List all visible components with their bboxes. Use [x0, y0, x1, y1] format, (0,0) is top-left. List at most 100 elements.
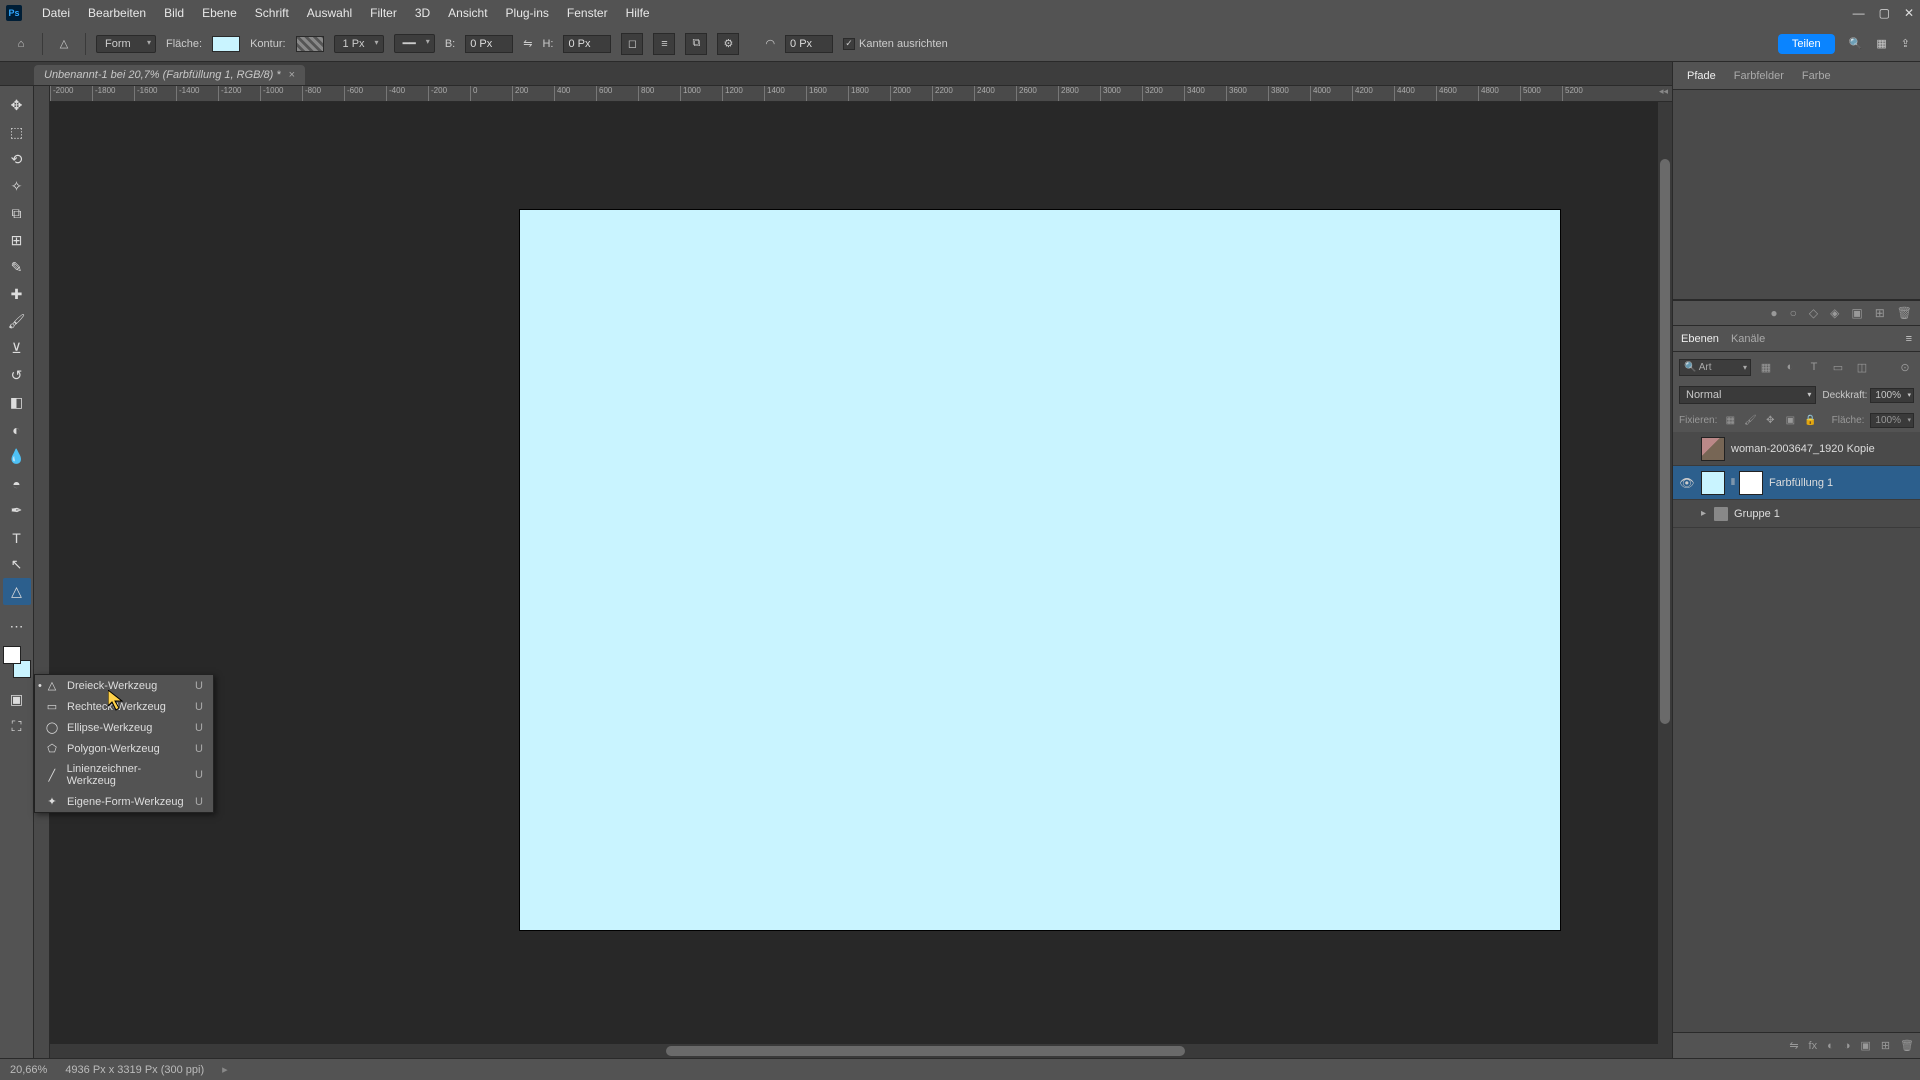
wand-tool[interactable]: ✧ — [3, 173, 31, 200]
zoom-readout[interactable]: 20,66% — [10, 1064, 47, 1076]
flyout-item-rectangle[interactable]: ▭ Rechteck-Werkzeug U — [35, 696, 213, 717]
horizontal-scrollbar[interactable] — [50, 1044, 1672, 1058]
share-button[interactable]: Teilen — [1778, 34, 1835, 54]
shape-tool[interactable]: △ — [3, 578, 31, 605]
path-sel-icon[interactable]: ◇ — [1809, 306, 1818, 320]
link-layers-icon[interactable]: ⇋ — [1789, 1039, 1798, 1052]
layer-name[interactable]: Farbfüllung 1 — [1769, 477, 1833, 489]
layer-row[interactable]: 👁 ⦀ Farbfüllung 1 — [1673, 466, 1920, 500]
layer-name[interactable]: Gruppe 1 — [1734, 508, 1780, 520]
filter-toggle-icon[interactable]: ⊙ — [1896, 358, 1914, 376]
panel-menu-icon[interactable]: ≡ — [1906, 333, 1912, 345]
heal-tool[interactable]: ✚ — [3, 281, 31, 308]
blur-tool[interactable]: 💧 — [3, 443, 31, 470]
lock-pos-icon[interactable]: ✥ — [1763, 413, 1777, 427]
menu-plugins[interactable]: Plug-ins — [498, 2, 557, 24]
height-field[interactable]: 0 Px — [563, 35, 611, 53]
menu-hilfe[interactable]: Hilfe — [618, 2, 658, 24]
stamp-tool[interactable]: ⊻ — [3, 335, 31, 362]
menu-ansicht[interactable]: Ansicht — [440, 2, 495, 24]
align-edges-checkbox[interactable]: ✓ Kanten ausrichten — [843, 38, 948, 50]
menu-bearbeiten[interactable]: Bearbeiten — [80, 2, 154, 24]
layer-filter-kind[interactable]: 🔍 Art — [1679, 359, 1751, 376]
scrollbar-thumb[interactable] — [1660, 159, 1670, 724]
group-toggle-icon[interactable]: ▸ — [1701, 508, 1706, 519]
close-tab-icon[interactable]: × — [289, 69, 295, 81]
lock-nest-icon[interactable]: ▣ — [1783, 413, 1797, 427]
search-icon[interactable]: 🔍 — [1849, 37, 1863, 50]
mask-icon[interactable]: ◐ — [1827, 1040, 1834, 1052]
canvas-viewport[interactable]: -2000-1800-1600-1400-1200-1000-800-600-4… — [50, 86, 1672, 1058]
opacity-field[interactable]: 100% — [1870, 388, 1914, 403]
link-icon[interactable]: ⦀ — [1731, 477, 1735, 488]
marquee-tool[interactable]: ⬚ — [3, 119, 31, 146]
tab-farbe[interactable]: Farbe — [1794, 66, 1839, 86]
path-mask-icon[interactable]: ▣ — [1851, 306, 1862, 320]
fx-icon[interactable]: fx — [1809, 1040, 1818, 1052]
home-icon[interactable]: ⌂ — [10, 33, 32, 55]
filter-smart-icon[interactable]: ◫ — [1853, 358, 1871, 376]
tab-kanaele[interactable]: Kanäle — [1731, 333, 1765, 345]
workspace-icon[interactable]: ▦ — [1876, 37, 1886, 50]
gradient-tool[interactable]: ◐ — [3, 416, 31, 443]
path-stroke-icon[interactable]: ○ — [1790, 306, 1797, 320]
menu-bild[interactable]: Bild — [156, 2, 192, 24]
export-icon[interactable]: ⇪ — [1901, 37, 1910, 50]
stroke-width-field[interactable]: 1 Px — [334, 35, 384, 53]
crop-tool[interactable]: ⧉ — [3, 200, 31, 227]
menu-fenster[interactable]: Fenster — [559, 2, 616, 24]
window-maximize-icon[interactable]: ▢ — [1879, 6, 1890, 20]
lock-all-icon[interactable]: 🔒 — [1803, 413, 1817, 427]
tool-preset-icon[interactable]: △ — [53, 33, 75, 55]
document-tab[interactable]: Unbenannt-1 bei 20,7% (Farbfüllung 1, RG… — [34, 65, 305, 85]
screenmode-tool[interactable]: ⛶ — [3, 713, 31, 740]
filter-shapelayer-icon[interactable]: ▭ — [1829, 358, 1847, 376]
lock-trans-icon[interactable]: ▦ — [1723, 413, 1737, 427]
fg-color-swatch[interactable] — [3, 646, 21, 664]
panel-collapse-icon[interactable]: ◂◂ — [1644, 86, 1672, 98]
layer-row[interactable]: woman-2003647_1920 Kopie — [1673, 432, 1920, 466]
layer-thumbnail[interactable] — [1701, 471, 1725, 495]
window-minimize-icon[interactable]: — — [1853, 6, 1865, 20]
delete-path-icon[interactable]: 🗑 — [1897, 306, 1912, 320]
stroke-style-select[interactable]: ━━ — [394, 34, 435, 53]
path-arrange-icon[interactable]: ⧉ — [685, 33, 707, 55]
blend-mode-select[interactable]: Normal — [1679, 386, 1816, 404]
menu-3d[interactable]: 3D — [407, 2, 438, 24]
lock-pixel-icon[interactable]: 🖌 — [1743, 413, 1757, 427]
doc-info-readout[interactable]: 4936 Px x 3319 Px (300 ppi) — [65, 1064, 204, 1076]
vertical-scrollbar[interactable] — [1658, 102, 1672, 1044]
eyedropper-tool[interactable]: ✎ — [3, 254, 31, 281]
flyout-item-custom[interactable]: ✦ Eigene-Form-Werkzeug U — [35, 791, 213, 812]
move-tool[interactable]: ✥ — [3, 92, 31, 119]
pen-tool[interactable]: ✒ — [3, 497, 31, 524]
path-ops-icon[interactable]: ◻ — [621, 33, 643, 55]
tab-farbfelder[interactable]: Farbfelder — [1726, 66, 1792, 86]
delete-layer-icon[interactable]: 🗑 — [1900, 1039, 1914, 1052]
tab-pfade[interactable]: Pfade — [1679, 66, 1724, 86]
eraser-tool[interactable]: ◧ — [3, 389, 31, 416]
flyout-item-triangle[interactable]: △ Dreieck-Werkzeug U — [35, 675, 213, 696]
radius-field[interactable]: 0 Px — [785, 35, 833, 53]
document-canvas[interactable] — [520, 210, 1560, 930]
path-align-icon[interactable]: ≡ — [653, 33, 675, 55]
tab-ebenen[interactable]: Ebenen — [1681, 333, 1719, 345]
shape-mode-select[interactable]: Form — [96, 35, 156, 53]
filter-pixellayer-icon[interactable]: ▦ — [1757, 358, 1775, 376]
brush-tool[interactable]: 🖌 — [3, 308, 31, 335]
new-path-icon[interactable]: ⊞ — [1875, 306, 1885, 320]
width-field[interactable]: 0 Px — [465, 35, 513, 53]
stroke-swatch[interactable] — [296, 36, 324, 52]
adjustment-icon[interactable]: ◑ — [1844, 1040, 1851, 1052]
filter-typelayer-icon[interactable]: T — [1805, 358, 1823, 376]
fill-opacity-field[interactable]: 100% — [1870, 413, 1914, 428]
visibility-icon[interactable]: 👁 — [1679, 476, 1695, 490]
layer-mask-thumbnail[interactable] — [1739, 471, 1763, 495]
flyout-item-ellipse[interactable]: ◯ Ellipse-Werkzeug U — [35, 717, 213, 738]
layer-thumbnail[interactable] — [1701, 437, 1725, 461]
menu-auswahl[interactable]: Auswahl — [299, 2, 360, 24]
window-close-icon[interactable]: ✕ — [1904, 6, 1914, 20]
path-fill-icon[interactable]: ● — [1770, 306, 1777, 320]
history-brush-tool[interactable]: ↺ — [3, 362, 31, 389]
menu-filter[interactable]: Filter — [362, 2, 405, 24]
